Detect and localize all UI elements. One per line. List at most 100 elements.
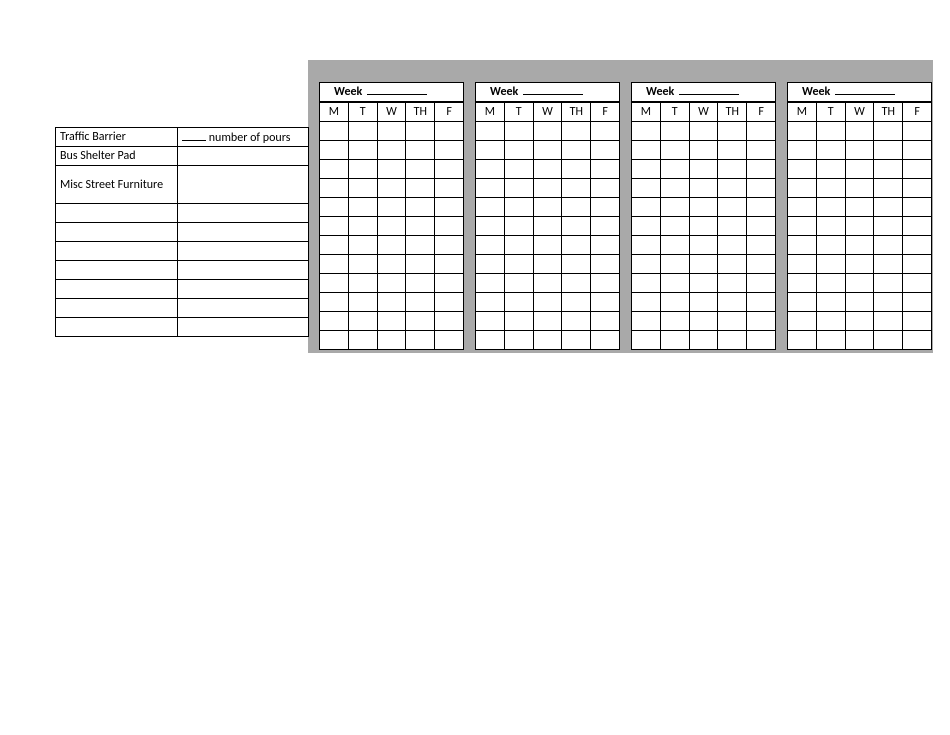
- week-grid-cell: [562, 217, 591, 236]
- day-header: F: [747, 103, 776, 122]
- week-grid-cell: [533, 141, 562, 160]
- row-label-row: Bus Shelter Pad: [56, 147, 309, 166]
- week-grid-cell: [435, 141, 464, 160]
- week-grid-cell: [816, 312, 845, 331]
- week-grid-cell: [632, 331, 661, 350]
- week-grid-cell: [689, 198, 718, 217]
- week-grid-cell: [504, 122, 533, 141]
- week-grid-cell: [504, 198, 533, 217]
- week-grid-cell: [504, 255, 533, 274]
- week-grid-row: [476, 198, 620, 217]
- week-grid-cell: [406, 274, 435, 293]
- week-grid-row: [632, 141, 776, 160]
- week-grid-cell: [320, 198, 349, 217]
- week-grid-cell: [747, 331, 776, 350]
- week-grid-cell: [816, 141, 845, 160]
- row-label-row: [56, 242, 309, 261]
- day-header: M: [632, 103, 661, 122]
- week-number-blank: [523, 84, 583, 95]
- week-grid-cell: [406, 179, 435, 198]
- week-grid-cell: [874, 198, 903, 217]
- row-note: [178, 242, 309, 261]
- week-header: Week: [631, 82, 776, 102]
- week-grid-cell: [476, 198, 505, 217]
- week-grid-cell: [816, 331, 845, 350]
- week-grid-row: [476, 293, 620, 312]
- week-grid-row: [632, 312, 776, 331]
- week-header-label: Week: [490, 85, 518, 99]
- week-grid-cell: [591, 293, 620, 312]
- week-grid-cell: [476, 312, 505, 331]
- week-grid-cell: [632, 198, 661, 217]
- week-grid-cell: [903, 217, 932, 236]
- day-header: TH: [718, 103, 747, 122]
- week-grid-cell: [348, 236, 377, 255]
- day-header: M: [320, 103, 349, 122]
- week-grid-cell: [591, 312, 620, 331]
- week-grid-cell: [660, 293, 689, 312]
- week-grid-cell: [504, 179, 533, 198]
- week-grid-cell: [406, 331, 435, 350]
- week-grid-cell: [476, 293, 505, 312]
- week-grid-cell: [816, 179, 845, 198]
- week-grid-cell: [591, 179, 620, 198]
- week-grid-cell: [874, 331, 903, 350]
- day-header: W: [689, 103, 718, 122]
- week-grid-cell: [476, 160, 505, 179]
- week-grid-row: [788, 198, 932, 217]
- week-grid-cell: [788, 274, 817, 293]
- week-grid-cell: [476, 179, 505, 198]
- week-grid: MTWTHF: [787, 102, 932, 350]
- day-header: W: [533, 103, 562, 122]
- week-grid-cell: [320, 160, 349, 179]
- week-grid-cell: [788, 236, 817, 255]
- week-grid-cell: [533, 312, 562, 331]
- week-grid-cell: [660, 198, 689, 217]
- week-grid-cell: [632, 293, 661, 312]
- week-grid-cell: [320, 274, 349, 293]
- row-note: [178, 280, 309, 299]
- week-grid-row: [476, 236, 620, 255]
- row-label-row: [56, 261, 309, 280]
- week-grid-cell: [562, 236, 591, 255]
- week-grid-cell: [874, 274, 903, 293]
- week-grid: MTWTHF: [319, 102, 464, 350]
- week-grid-cell: [689, 179, 718, 198]
- week-grid-row: [632, 217, 776, 236]
- week-grid-cell: [435, 198, 464, 217]
- week-grid-cell: [591, 141, 620, 160]
- row-label-row: [56, 204, 309, 223]
- row-note: [178, 166, 309, 204]
- week-grid-cell: [903, 179, 932, 198]
- week-grid-cell: [476, 141, 505, 160]
- week-grid-cell: [504, 141, 533, 160]
- week-grid-cell: [591, 198, 620, 217]
- week-grid-cell: [320, 122, 349, 141]
- week-grid-cell: [788, 179, 817, 198]
- week-grid-cell: [903, 293, 932, 312]
- week-grid-row: [320, 236, 464, 255]
- week-grid-cell: [562, 331, 591, 350]
- week-grid-row: [320, 331, 464, 350]
- week-grid-cell: [476, 217, 505, 236]
- week-grid-cell: [348, 160, 377, 179]
- week-grid-cell: [320, 236, 349, 255]
- week-grid-cell: [377, 236, 406, 255]
- week-grid-cell: [874, 160, 903, 179]
- week-grid-row: [320, 122, 464, 141]
- row-note: [178, 223, 309, 242]
- week-grid-cell: [348, 255, 377, 274]
- week-grid-cell: [533, 217, 562, 236]
- week-grid-cell: [632, 141, 661, 160]
- week-grid-cell: [320, 141, 349, 160]
- week-grid-cell: [816, 236, 845, 255]
- week-grid-cell: [689, 293, 718, 312]
- week-grid-cell: [874, 217, 903, 236]
- week-grid-cell: [476, 255, 505, 274]
- week-grid-row: [788, 141, 932, 160]
- week-number-blank: [367, 84, 427, 95]
- week-grid-cell: [660, 217, 689, 236]
- week-grid-cell: [435, 274, 464, 293]
- week-grid-cell: [320, 255, 349, 274]
- week-header: Week: [787, 82, 932, 102]
